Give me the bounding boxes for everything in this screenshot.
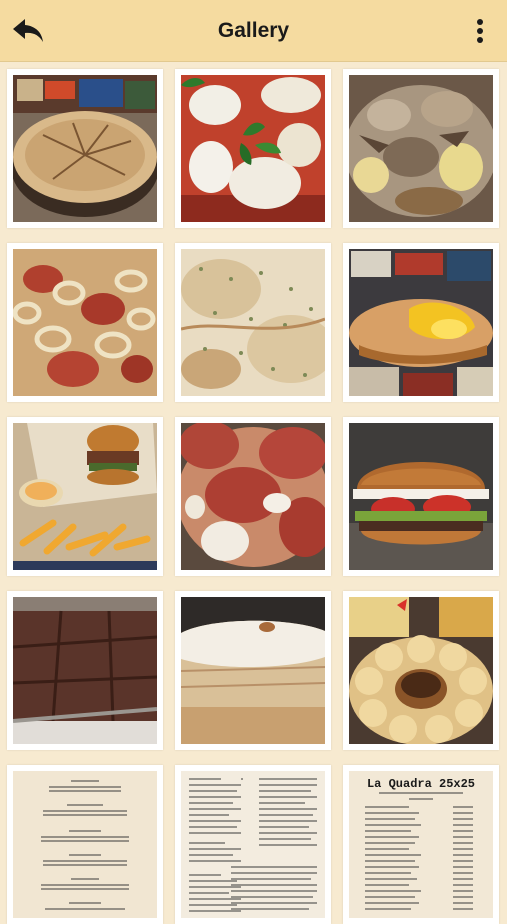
- menu-page-3-photo: La Quadra 25x25: [349, 771, 493, 918]
- burger-photo: [349, 423, 493, 570]
- gallery-item[interactable]: [343, 417, 499, 576]
- menu-page-1-photo: [13, 771, 157, 918]
- page-title: Gallery: [217, 19, 290, 42]
- onion-bacon-pizza-photo: [13, 249, 157, 396]
- menu-page-3-caption: La Quadra 25x25: [367, 777, 475, 791]
- gallery-item[interactable]: [343, 243, 499, 402]
- pizza-pie-photo: [13, 75, 157, 222]
- gallery-grid: La Quadra 25x25: [7, 69, 501, 924]
- gallery-item[interactable]: [175, 765, 331, 924]
- back-button[interactable]: [6, 12, 50, 50]
- gallery-item[interactable]: [7, 765, 163, 924]
- gallery-item[interactable]: [175, 69, 331, 228]
- gallery-item[interactable]: [343, 591, 499, 750]
- brownies-photo: [13, 597, 157, 744]
- gallery-item[interactable]: [7, 591, 163, 750]
- more-options-button[interactable]: [465, 14, 495, 48]
- salami-pizza-photo: [181, 423, 325, 570]
- gallery-item[interactable]: [7, 417, 163, 576]
- gallery-item[interactable]: [175, 243, 331, 402]
- caprese-pizza-photo: [181, 75, 325, 222]
- burger-fries-photo: [13, 423, 157, 570]
- back-arrow-icon: [13, 19, 43, 42]
- app-header: Gallery: [0, 0, 507, 62]
- herb-pizza-photo: [181, 249, 325, 396]
- gallery-item[interactable]: La Quadra 25x25: [343, 765, 499, 924]
- menu-page-2-photo: [181, 771, 325, 918]
- cheese-lasagna-photo: [181, 597, 325, 744]
- bread-ring-photo: [349, 597, 493, 744]
- gallery-item[interactable]: [175, 591, 331, 750]
- mushroom-pizza-photo: [349, 75, 493, 222]
- gallery-item[interactable]: [343, 69, 499, 228]
- gallery-item[interactable]: [175, 417, 331, 576]
- gallery-item[interactable]: [7, 243, 163, 402]
- more-vertical-icon: [477, 19, 483, 43]
- egg-pizza-photo: [349, 249, 493, 396]
- gallery-item[interactable]: [7, 69, 163, 228]
